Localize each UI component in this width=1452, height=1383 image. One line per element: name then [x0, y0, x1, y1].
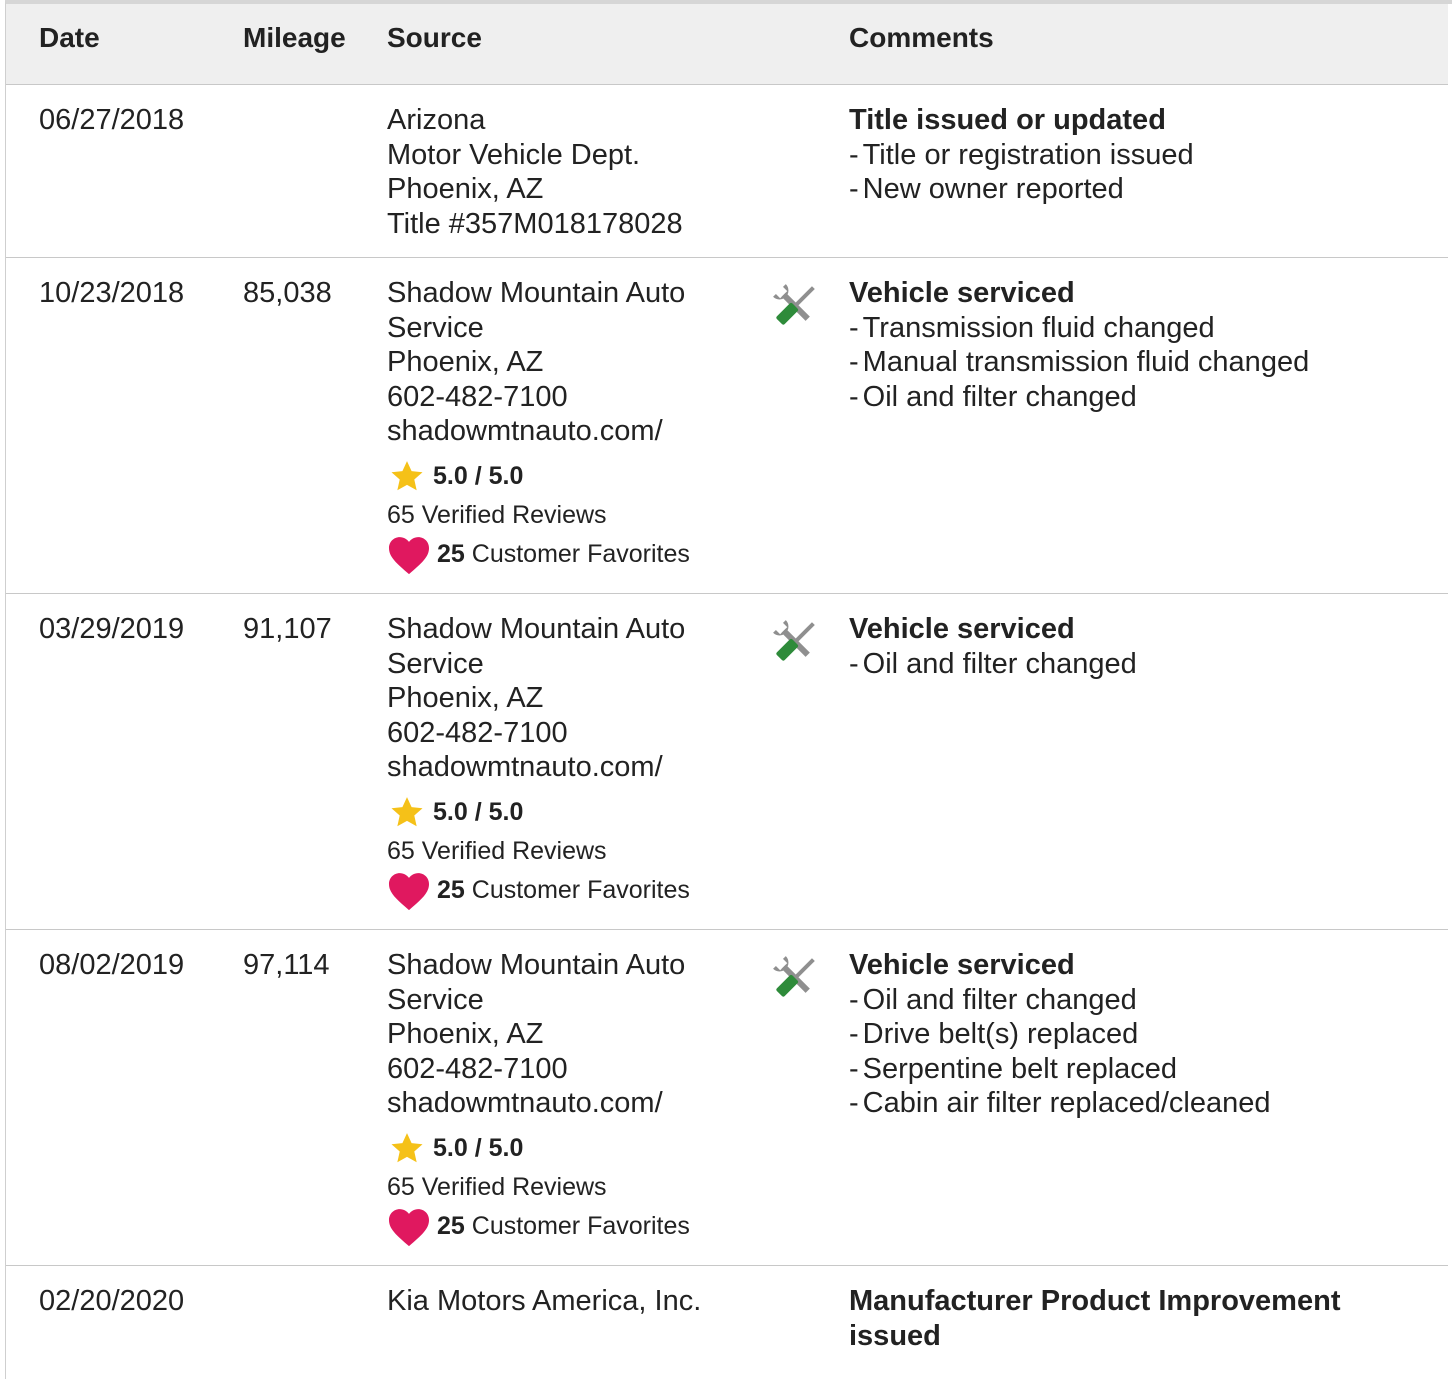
source-website-link[interactable]: shadowmtnauto.com/	[387, 1086, 747, 1121]
table-row: 03/29/2019 91,107 Shadow Mountain Auto Serv…	[6, 593, 1448, 930]
heart-icon	[389, 537, 429, 575]
header-comments: Comments	[849, 22, 994, 53]
source-line: Shadow Mountain Auto	[387, 613, 686, 645]
star-icon	[391, 797, 423, 827]
header-mileage: Mileage	[243, 22, 346, 53]
star-icon	[391, 461, 423, 491]
row-comments: Vehicle servicedOil and filter changedDr…	[849, 948, 1409, 1121]
row-comments: Vehicle servicedTransmission fluid chang…	[849, 276, 1409, 414]
source-line: Motor Vehicle Dept.	[387, 138, 641, 171]
comment-item: Manual transmission fluid changed	[849, 345, 1409, 380]
source-line: 602-482-7100	[387, 716, 568, 749]
comment-item: Oil and filter changed	[849, 983, 1409, 1018]
source-line: Phoenix, AZ	[387, 173, 544, 205]
favorites-count: 25	[437, 539, 465, 568]
row-source: Shadow Mountain Auto Service Phoenix, AZ 60…	[387, 612, 747, 911]
favorites-count: 25	[437, 875, 465, 904]
wrench-screwdriver-icon	[767, 614, 823, 670]
rating-row: 5.0 / 5.0	[387, 457, 747, 496]
favorites-label: Customer Favorites	[471, 539, 690, 568]
row-date: 06/27/2018	[39, 104, 185, 136]
row-date: 02/20/2020	[39, 1285, 185, 1317]
comment-item: Cabin air filter replaced/cleaned	[849, 1086, 1409, 1121]
source-line: Service	[387, 311, 484, 344]
row-date: 10/23/2018	[39, 277, 185, 309]
comment-title: Vehicle serviced	[849, 277, 1075, 309]
rating-row: 5.0 / 5.0	[387, 1129, 747, 1168]
comment-title: Vehicle serviced	[849, 613, 1075, 645]
comment-item: Oil and filter changed	[849, 380, 1409, 415]
row-source: Shadow Mountain Auto Service Phoenix, AZ 60…	[387, 276, 747, 575]
rating-row: 5.0 / 5.0	[387, 793, 747, 832]
customer-favorites: 25 Customer Favorites	[387, 870, 747, 911]
row-mileage: 85,038	[243, 277, 332, 309]
row-comments: Manufacturer Product Improvement issued	[849, 1284, 1409, 1353]
table-header: Date Mileage Source Comments	[6, 4, 1448, 85]
row-date: 08/02/2019	[39, 949, 185, 981]
source-line: Kia Motors America, Inc.	[387, 1285, 702, 1317]
source-line: Service	[387, 983, 484, 1016]
source-website-link[interactable]: shadowmtnauto.com/	[387, 750, 747, 785]
row-comments: Title issued or updatedTitle or registra…	[849, 103, 1409, 207]
rating-value: 5.0 / 5.0	[433, 461, 524, 490]
header-date: Date	[39, 22, 100, 53]
source-line: 602-482-7100	[387, 380, 568, 413]
header-source: Source	[387, 22, 482, 53]
wrench-screwdriver-icon	[767, 278, 823, 334]
row-mileage: 91,107	[243, 613, 332, 645]
source-line: Shadow Mountain Auto	[387, 277, 686, 309]
table-row: 08/02/2019 97,114 Shadow Mountain Auto Serv…	[6, 929, 1448, 1266]
source-line: Service	[387, 647, 484, 680]
verified-reviews-link[interactable]: 65 Verified Reviews	[387, 1168, 747, 1206]
comment-item: Oil and filter changed	[849, 647, 1409, 682]
row-source: Shadow Mountain Auto Service Phoenix, AZ 60…	[387, 948, 747, 1247]
rating-value: 5.0 / 5.0	[433, 1133, 524, 1162]
customer-favorites: 25 Customer Favorites	[387, 534, 747, 575]
source-line: 602-482-7100	[387, 1052, 568, 1085]
source-line: Title #357M018178028	[387, 207, 683, 240]
verified-reviews-link[interactable]: 65 Verified Reviews	[387, 496, 747, 534]
heart-icon	[389, 873, 429, 911]
customer-favorites: 25 Customer Favorites	[387, 1206, 747, 1247]
source-line: Phoenix, AZ	[387, 682, 544, 714]
vehicle-history-table: Date Mileage Source Comments 06/27/2018 A…	[5, 0, 1452, 1379]
row-source: Kia Motors America, Inc.	[387, 1284, 747, 1319]
star-icon	[391, 1133, 423, 1163]
comment-item: Title or registration issued	[849, 138, 1409, 173]
table-row: 10/23/2018 85,038 Shadow Mountain Auto Serv…	[6, 257, 1448, 594]
heart-icon	[389, 1209, 429, 1247]
source-website-link[interactable]: shadowmtnauto.com/	[387, 414, 747, 449]
favorites-label: Customer Favorites	[471, 875, 690, 904]
favorites-label: Customer Favorites	[471, 1211, 690, 1240]
comment-item: Drive belt(s) replaced	[849, 1017, 1409, 1052]
source-line: Shadow Mountain Auto	[387, 949, 686, 981]
comment-item: Serpentine belt replaced	[849, 1052, 1409, 1087]
comment-item: New owner reported	[849, 172, 1409, 207]
row-mileage: 97,114	[243, 949, 330, 981]
favorites-count: 25	[437, 1211, 465, 1240]
comment-title: Manufacturer Product Improvement issued	[849, 1285, 1341, 1352]
rating-value: 5.0 / 5.0	[433, 797, 524, 826]
comment-item: Transmission fluid changed	[849, 311, 1409, 346]
wrench-screwdriver-icon	[767, 950, 823, 1006]
verified-reviews-link[interactable]: 65 Verified Reviews	[387, 832, 747, 870]
row-comments: Vehicle servicedOil and filter changed	[849, 612, 1409, 681]
source-line: Phoenix, AZ	[387, 1018, 544, 1050]
comment-title: Vehicle serviced	[849, 949, 1075, 981]
row-date: 03/29/2019	[39, 613, 185, 645]
table-row: 02/20/2020 Kia Motors America, Inc. Manufa…	[6, 1265, 1448, 1383]
row-source: Arizona Motor Vehicle Dept. Phoenix, AZ Tit…	[387, 103, 747, 241]
table-row: 06/27/2018 Arizona Motor Vehicle Dept. Phoe…	[6, 84, 1448, 258]
source-line: Phoenix, AZ	[387, 346, 544, 378]
source-line: Arizona	[387, 104, 486, 136]
comment-title: Title issued or updated	[849, 104, 1166, 136]
